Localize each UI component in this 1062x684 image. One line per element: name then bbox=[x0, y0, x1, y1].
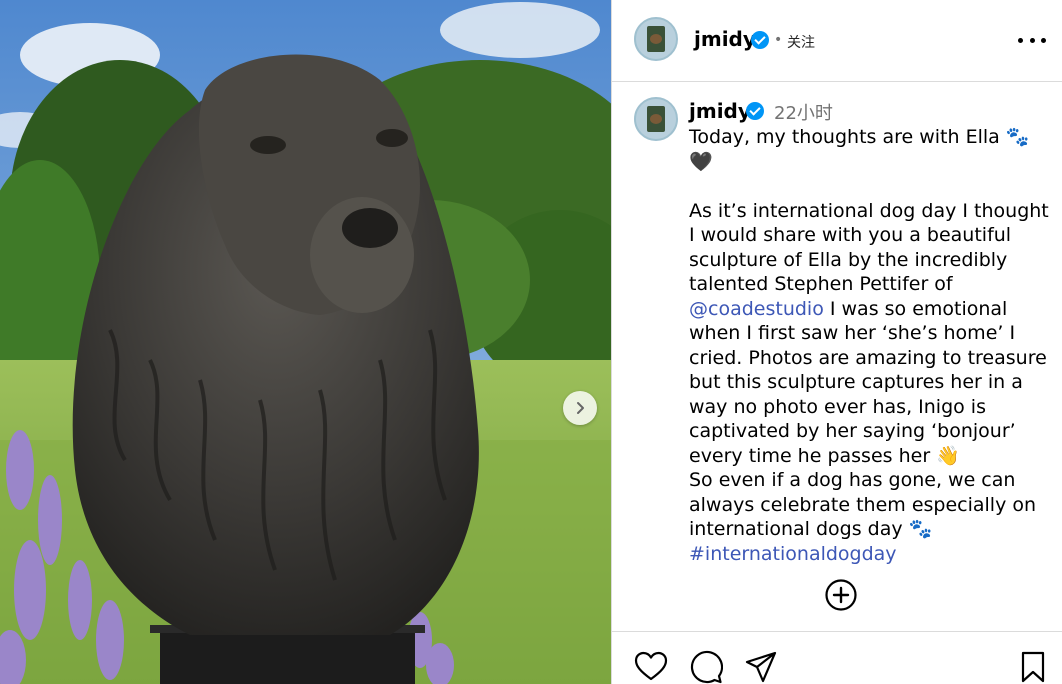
more-horizontal-icon[interactable] bbox=[1018, 30, 1046, 50]
dog-sculpture-photo bbox=[0, 0, 611, 684]
separator-dot: • bbox=[774, 32, 783, 48]
heart-icon[interactable] bbox=[634, 650, 668, 684]
caption-para-2b: I was so emotional when I first saw her … bbox=[689, 297, 1047, 467]
comment-icon[interactable] bbox=[689, 650, 723, 684]
author-avatar[interactable] bbox=[634, 17, 678, 61]
caption-username[interactable]: jmidy bbox=[689, 99, 751, 123]
post-actions-bar bbox=[612, 631, 1062, 684]
follow-button[interactable]: 关注 bbox=[787, 32, 815, 52]
post-side-panel: jmidy • 关注 jmidy 22小时 Today, my thoughts… bbox=[611, 0, 1062, 684]
post-header: jmidy • 关注 bbox=[612, 0, 1062, 82]
caption-text: Today, my thoughts are with Ella 🐾 🖤 As … bbox=[689, 125, 1054, 566]
caption-avatar[interactable] bbox=[634, 97, 678, 141]
mention-link[interactable]: @coadestudio bbox=[689, 298, 824, 320]
bookmark-icon[interactable] bbox=[1016, 650, 1050, 684]
verified-badge-icon bbox=[746, 102, 764, 120]
plus-circle-icon[interactable] bbox=[824, 578, 858, 612]
caption-para-3: So even if a dog has gone, we can always… bbox=[689, 469, 1037, 540]
post-photo[interactable] bbox=[0, 0, 611, 684]
post-time[interactable]: 22小时 bbox=[774, 99, 833, 125]
post-caption: jmidy 22小时 Today, my thoughts are with E… bbox=[612, 82, 1062, 631]
chevron-right-icon bbox=[577, 402, 584, 414]
verified-badge-icon bbox=[751, 31, 769, 49]
hashtag-link[interactable]: #internationaldogday bbox=[689, 543, 897, 565]
author-username[interactable]: jmidy bbox=[694, 27, 756, 51]
next-photo-button[interactable] bbox=[563, 391, 597, 425]
caption-line-1: Today, my thoughts are with Ella 🐾 🖤 bbox=[689, 126, 1030, 173]
send-icon[interactable] bbox=[744, 650, 778, 684]
caption-para-2a: As it’s international dog day I thought … bbox=[689, 199, 1049, 296]
